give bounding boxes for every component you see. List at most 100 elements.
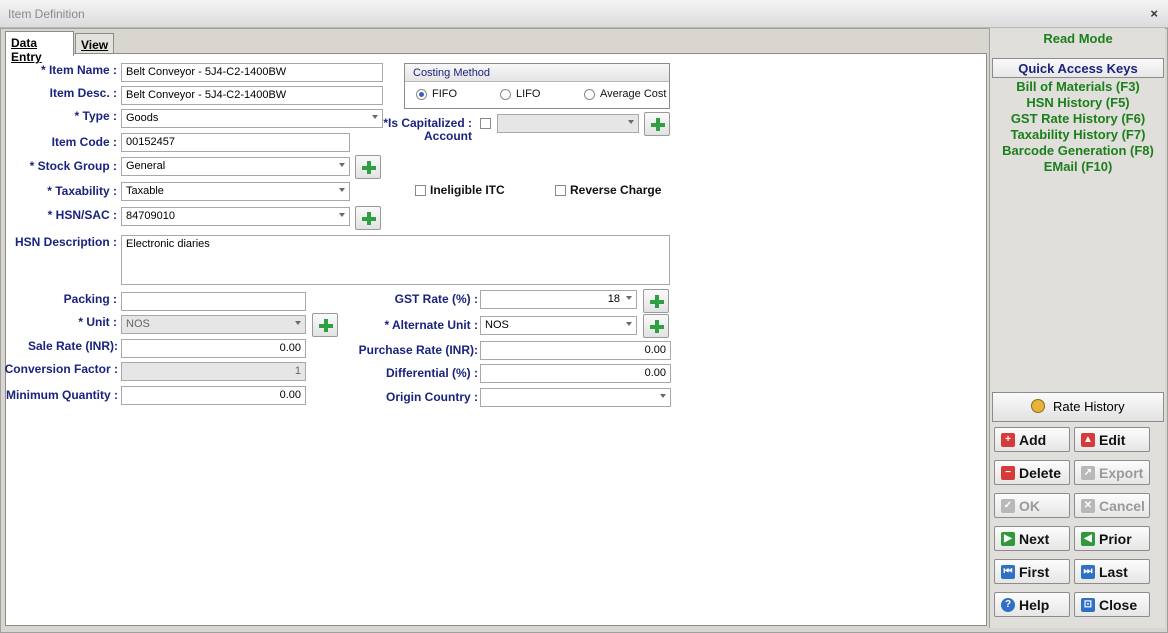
add-button[interactable]: + Add [994, 427, 1070, 452]
conversion-field[interactable]: 1 [121, 362, 306, 381]
rate-history-button[interactable]: Rate History [992, 392, 1164, 422]
ineligible-itc-checkbox[interactable] [415, 185, 426, 196]
delete-button[interactable]: − Delete [994, 460, 1070, 485]
item-code-label: Item Code : [51, 135, 117, 149]
average-cost-radio[interactable] [584, 89, 595, 100]
export-button[interactable]: ↗ Export [1074, 460, 1150, 485]
chevron-down-icon [372, 115, 378, 119]
gst-rate-select[interactable]: 18 [480, 290, 637, 309]
minus-icon: − [1001, 466, 1015, 480]
cancel-icon: ✕ [1081, 499, 1095, 513]
type-value: Goods [126, 112, 159, 124]
hsn-desc-textarea[interactable]: Electronic diaries [121, 235, 670, 285]
rate-history-icon [1031, 399, 1046, 413]
type-select[interactable]: Goods [121, 109, 383, 128]
add-unit-button[interactable] [312, 313, 338, 337]
hsn-select[interactable]: 84709010 [121, 207, 350, 226]
item-code-field[interactable]: 00152457 [121, 133, 350, 152]
help-button[interactable]: ? Help [994, 592, 1070, 617]
reverse-charge-label: Reverse Charge [570, 183, 662, 197]
lifo-label: LIFO [516, 88, 541, 100]
fifo-radio[interactable] [416, 89, 427, 100]
add-account-button[interactable] [644, 112, 670, 136]
alt-unit-select[interactable]: NOS [480, 316, 637, 335]
conversion-label: Conversion Factor : [4, 362, 118, 376]
min-qty-label: Minimum Quantity : [6, 388, 118, 402]
chevron-down-icon [628, 120, 634, 124]
add-alt-unit-button[interactable] [643, 314, 669, 338]
plus-icon: + [1001, 433, 1015, 447]
tab-data-entry[interactable]: Data Entry [5, 31, 74, 64]
item-name-field[interactable]: Belt Conveyor - 5J4-C2-1400BW [121, 63, 383, 82]
origin-select[interactable] [480, 388, 671, 407]
is-capitalized-checkbox[interactable] [480, 118, 491, 129]
check-icon: ✓ [1001, 499, 1015, 513]
add-stock-group-button[interactable] [355, 155, 381, 179]
quick-access-title: Quick Access Keys [992, 58, 1164, 78]
quick-key-barcode[interactable]: Barcode Generation (F8) [990, 143, 1166, 158]
quick-key-gst-history[interactable]: GST Rate History (F6) [990, 111, 1166, 126]
stock-group-label: * Stock Group : [29, 159, 117, 173]
export-icon: ↗ [1081, 466, 1095, 480]
packing-field[interactable] [121, 292, 306, 311]
unit-label: * Unit : [78, 315, 117, 329]
hsn-label: * HSN/SAC : [47, 208, 117, 222]
next-button[interactable]: ▶ Next [994, 526, 1070, 551]
quick-key-bom[interactable]: Bill of Materials (F3) [990, 79, 1166, 94]
reverse-charge-checkbox[interactable] [555, 185, 566, 196]
account-select[interactable] [497, 114, 639, 133]
cancel-button[interactable]: ✕ Cancel [1074, 493, 1150, 518]
edit-label: Edit [1099, 432, 1126, 448]
add-hsn-button[interactable] [355, 206, 381, 230]
rate-history-label: Rate History [1053, 399, 1125, 414]
taxability-select[interactable]: Taxable [121, 182, 350, 201]
close-button[interactable]: ⊡ Close [1074, 592, 1150, 617]
lifo-radio[interactable] [500, 89, 511, 100]
item-desc-field[interactable]: Belt Conveyor - 5J4-C2-1400BW [121, 86, 383, 105]
first-icon: ⏮ [1001, 565, 1015, 579]
differential-field[interactable]: 0.00 [480, 364, 671, 383]
tab-label: View [81, 38, 109, 52]
purchase-rate-field[interactable]: 0.00 [480, 341, 671, 360]
costing-method-title: Costing Method [405, 64, 669, 82]
hsn-value: 84709010 [126, 210, 175, 222]
unit-value: NOS [126, 318, 150, 330]
packing-label: Packing : [63, 292, 117, 306]
min-qty-field[interactable]: 0.00 [121, 386, 306, 405]
chevron-down-icon [339, 163, 345, 167]
add-gst-rate-button[interactable] [643, 289, 669, 313]
account-label: Account [424, 129, 472, 143]
item-desc-label: Item Desc. : [49, 86, 117, 100]
quick-key-email[interactable]: EMail (F10) [990, 159, 1166, 174]
chevron-down-icon [339, 188, 345, 192]
item-name-label: * Item Name : [40, 63, 117, 77]
next-label: Next [1019, 531, 1050, 547]
tab-view[interactable]: View [75, 33, 114, 55]
taxability-value: Taxable [126, 185, 164, 197]
last-button[interactable]: ⏭ Last [1074, 559, 1150, 584]
quick-key-taxability-history[interactable]: Taxability History (F7) [990, 127, 1166, 142]
first-button[interactable]: ⏮ First [994, 559, 1070, 584]
prior-button[interactable]: ◀ Prior [1074, 526, 1150, 551]
stock-group-value: General [126, 160, 166, 172]
close-icon[interactable]: × [1150, 6, 1158, 21]
mode-indicator: Read Mode [1043, 31, 1113, 46]
sale-rate-label: Sale Rate (INR): [27, 339, 118, 353]
stock-group-select[interactable]: General [121, 157, 350, 176]
last-label: Last [1099, 564, 1128, 580]
prior-label: Prior [1099, 531, 1132, 547]
ok-label: OK [1019, 498, 1040, 514]
close-label: Close [1099, 597, 1138, 613]
edit-button[interactable]: ▲ Edit [1074, 427, 1150, 452]
chevron-down-icon [626, 296, 632, 300]
chevron-down-icon [295, 321, 301, 325]
edit-icon: ▲ [1081, 433, 1095, 447]
alt-unit-value: NOS [485, 319, 509, 331]
chevron-down-icon [660, 394, 666, 398]
sale-rate-field[interactable]: 0.00 [121, 339, 306, 358]
quick-key-hsn-history[interactable]: HSN History (F5) [990, 95, 1166, 110]
unit-select[interactable]: NOS [121, 315, 306, 334]
ok-button[interactable]: ✓ OK [994, 493, 1070, 518]
tab-label: Data Entry [11, 36, 42, 64]
cancel-label: Cancel [1099, 498, 1145, 514]
